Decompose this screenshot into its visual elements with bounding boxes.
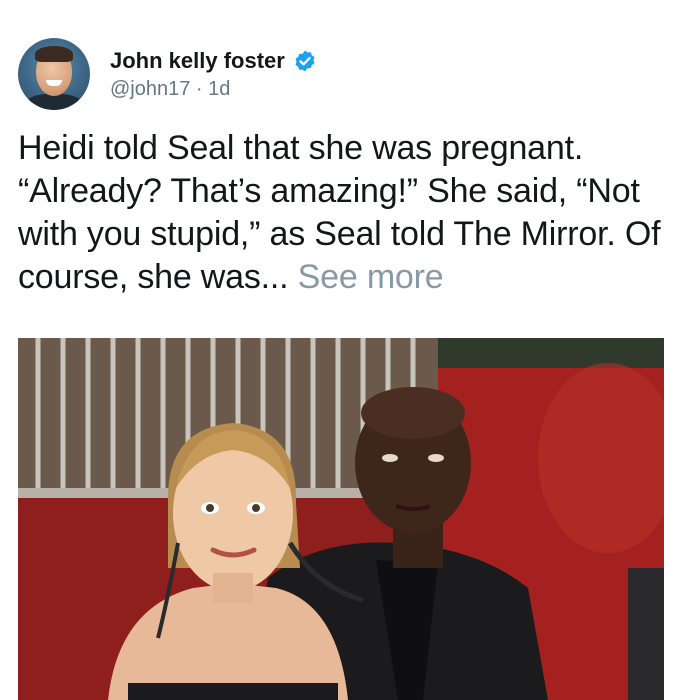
- tweet-time[interactable]: 1d: [208, 78, 230, 100]
- tweet-header: John kelly foster @john17 · 1d: [18, 34, 317, 114]
- avatar-hair: [35, 46, 73, 62]
- handle-row: @john17 · 1d: [110, 78, 317, 101]
- tweet-photo[interactable]: [18, 338, 664, 700]
- tweet-text: Heidi told Seal that she was pregnant. “…: [18, 127, 688, 299]
- name-row: John kelly foster: [110, 48, 317, 74]
- photo-illustration: [18, 338, 664, 700]
- author-handle[interactable]: @john17: [110, 78, 190, 100]
- verified-badge-icon: [295, 50, 315, 71]
- avatar-shirt: [26, 94, 82, 110]
- avatar[interactable]: [18, 38, 90, 110]
- see-more-link[interactable]: See more: [298, 258, 444, 296]
- author-block: John kelly foster @john17 · 1d: [110, 48, 317, 101]
- meta-separator: ·: [190, 77, 209, 100]
- author-name[interactable]: John kelly foster: [110, 48, 285, 74]
